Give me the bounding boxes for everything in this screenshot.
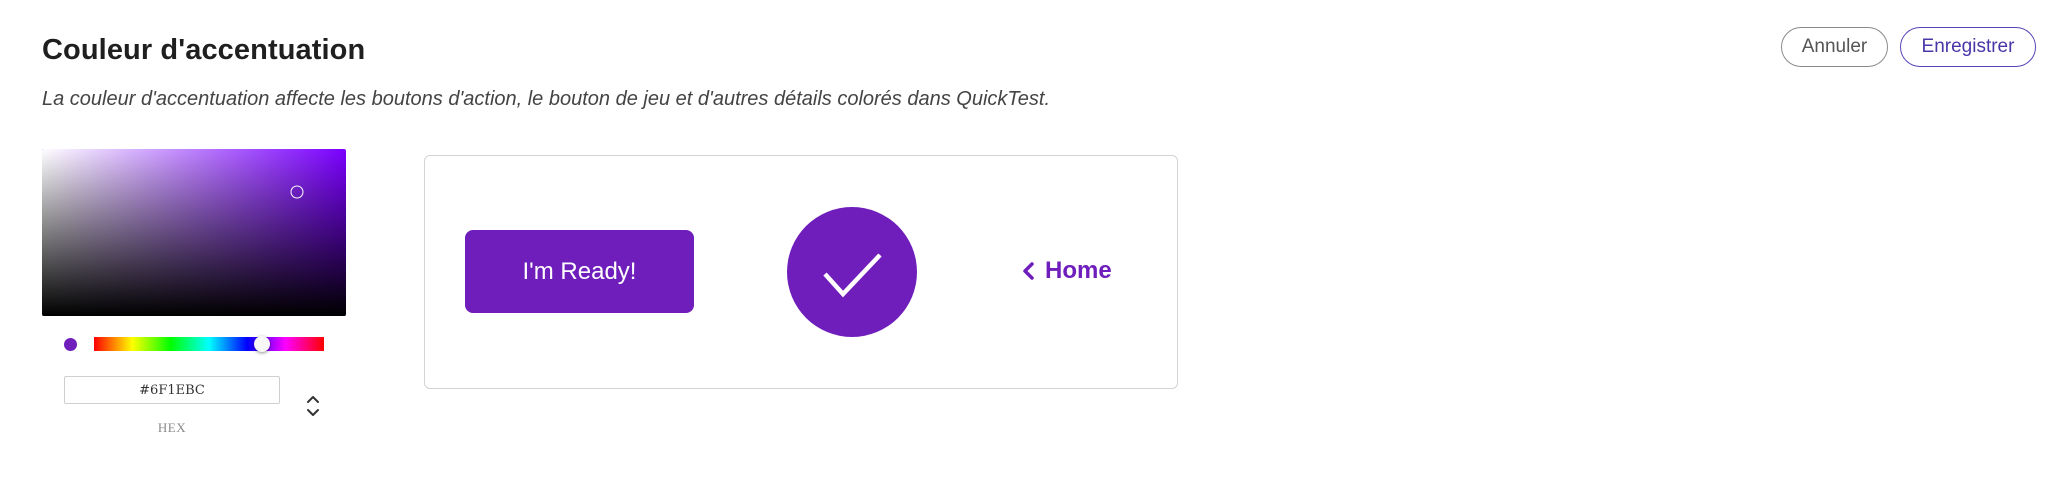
play-check-button[interactable] — [787, 207, 917, 337]
accent-color-settings: Couleur d'accentuation La couleur d'acce… — [0, 0, 2059, 495]
home-link[interactable]: Home — [1021, 254, 1112, 288]
hue-slider[interactable] — [94, 336, 324, 352]
page-description: La couleur d'accentuation affecte les bo… — [42, 88, 1051, 110]
cancel-button[interactable]: Annuler — [1781, 27, 1888, 67]
home-link-label: Home — [1045, 257, 1112, 284]
accent-preview-card: I'm Ready! Home — [424, 155, 1178, 389]
chevron-left-icon — [1023, 262, 1034, 280]
chevron-up-down-icon — [307, 396, 319, 416]
color-selector-handle[interactable] — [290, 185, 304, 199]
save-button[interactable]: Enregistrer — [1900, 27, 2036, 67]
hex-format-label: HEX — [157, 420, 187, 435]
checkmark-icon — [823, 253, 882, 298]
page-title: Couleur d'accentuation — [42, 34, 366, 66]
hue-slider-thumb[interactable] — [253, 336, 270, 352]
format-toggle-button[interactable] — [302, 390, 324, 422]
ready-button[interactable]: I'm Ready! — [465, 230, 694, 313]
value-black-overlay — [42, 149, 346, 316]
saturation-value-area[interactable] — [42, 149, 346, 316]
hex-color-input[interactable] — [64, 376, 280, 404]
current-color-swatch — [64, 338, 77, 351]
